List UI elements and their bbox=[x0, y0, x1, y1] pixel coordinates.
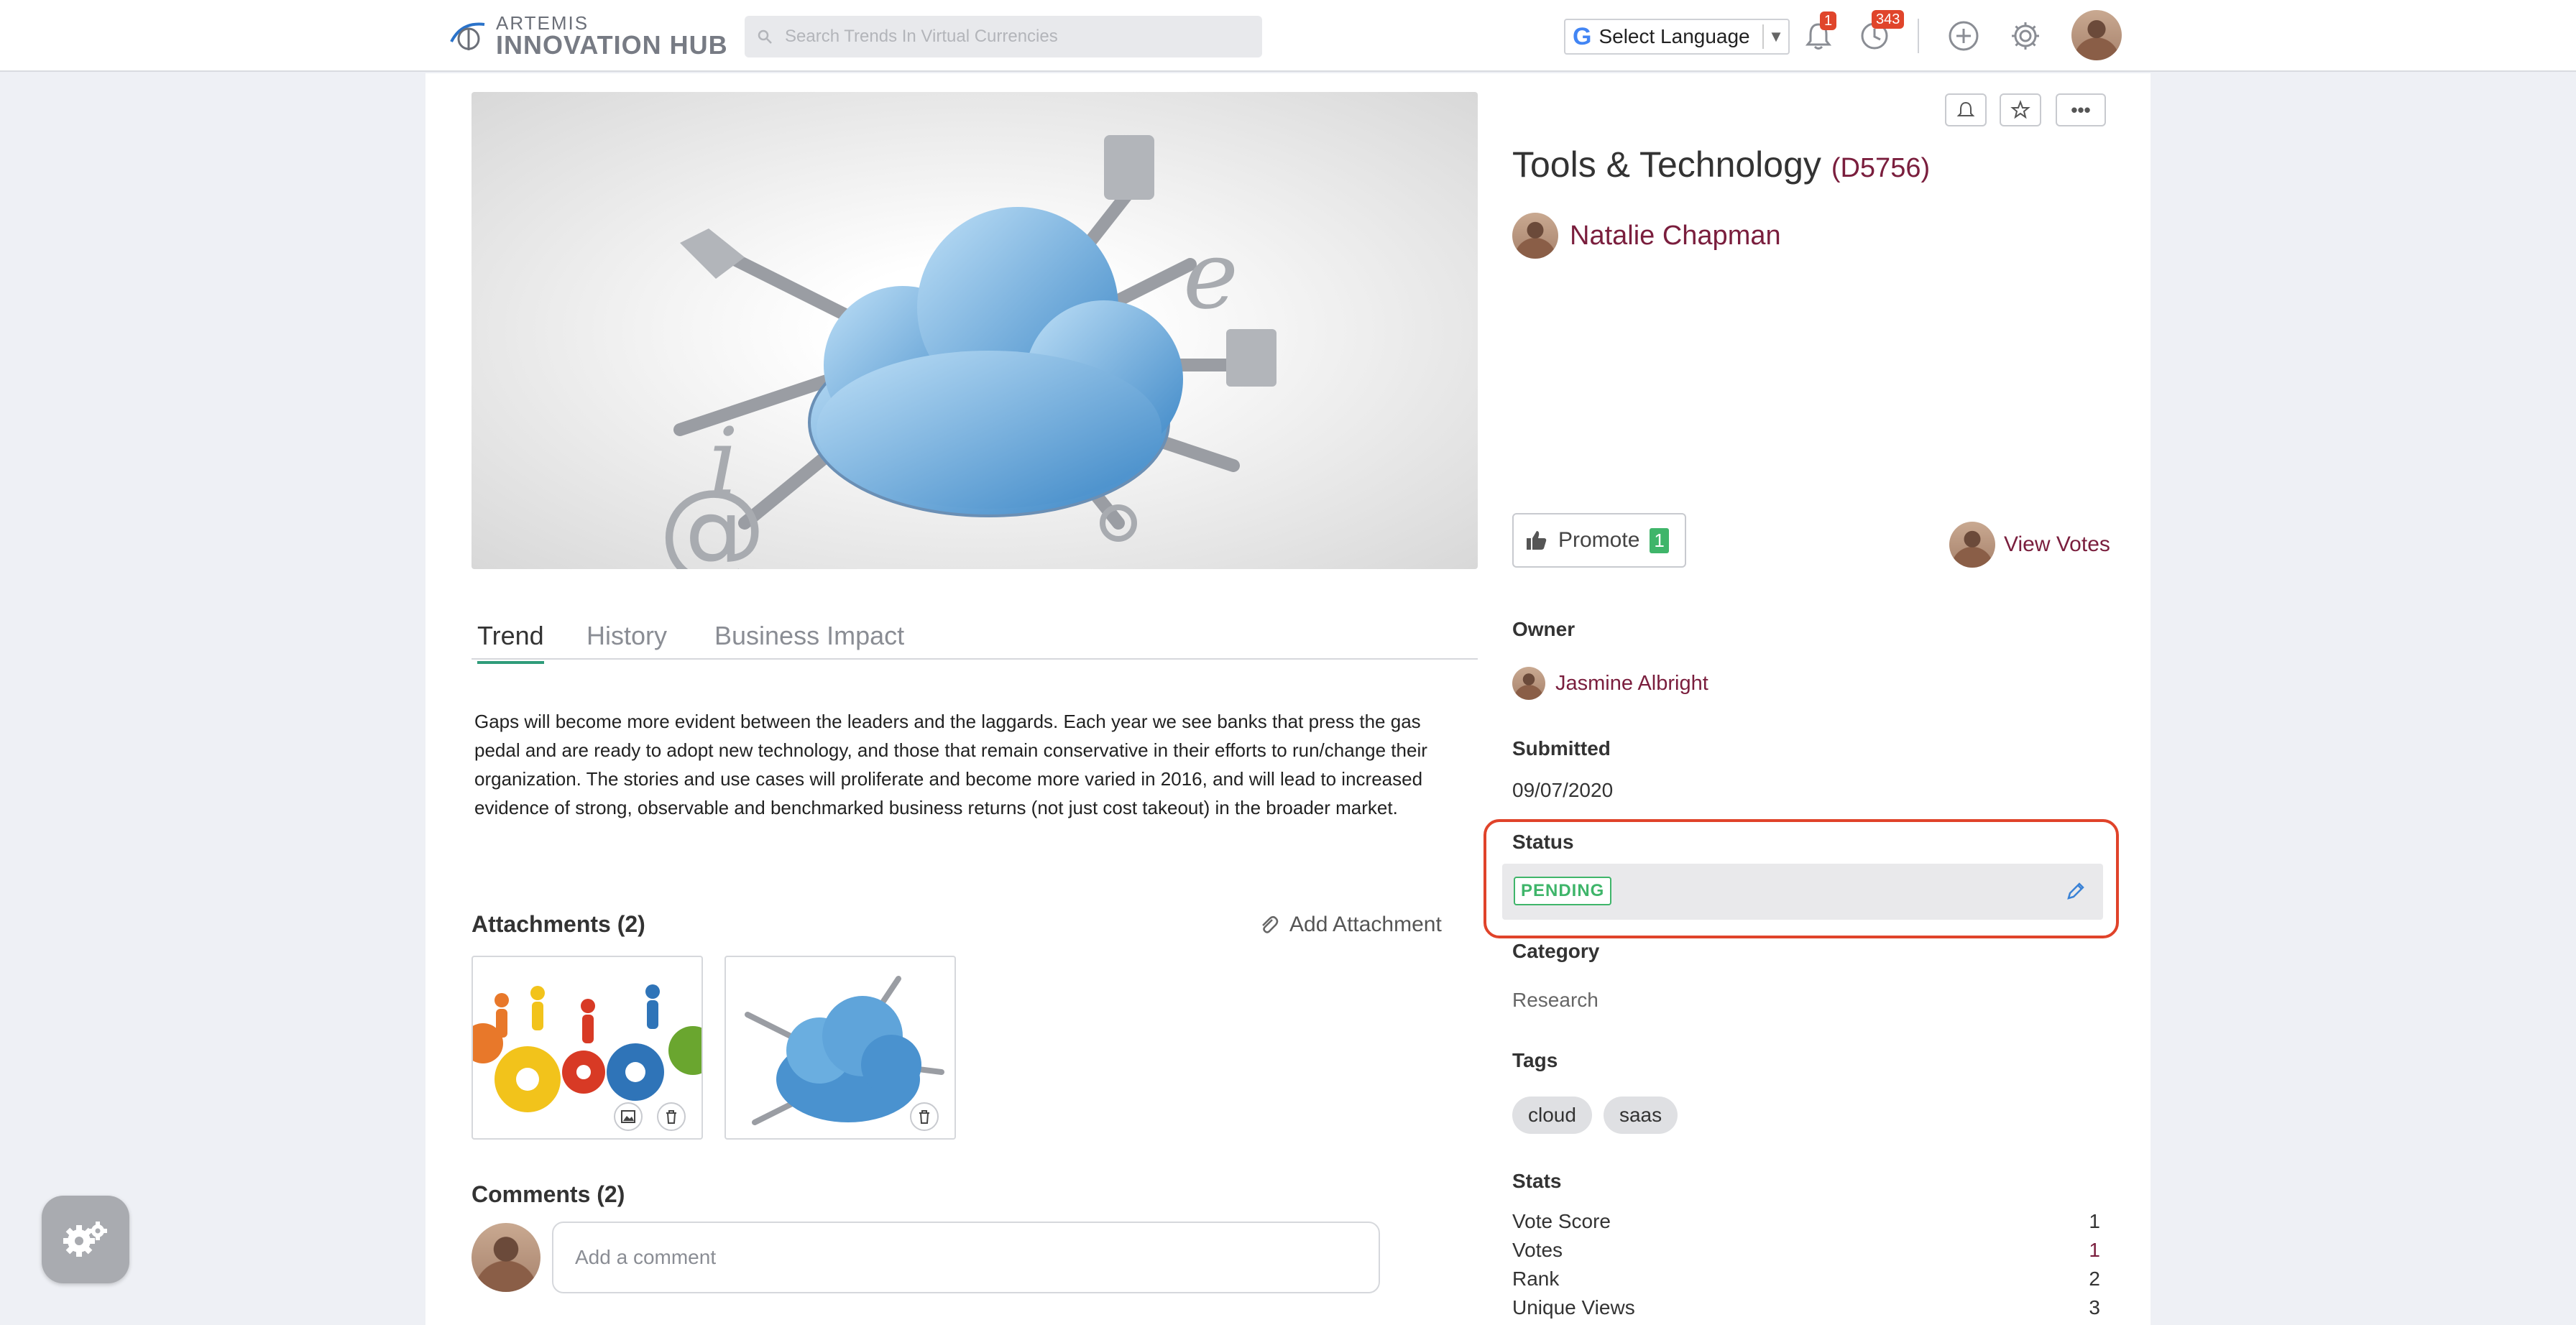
plus-circle-icon bbox=[1949, 21, 1979, 51]
stat-label: Rank bbox=[1512, 1268, 1560, 1290]
top-navigation-bar: ARTEMIS INNOVATION HUB G Select Language… bbox=[0, 0, 2576, 72]
floating-settings-button[interactable] bbox=[42, 1196, 129, 1283]
view-votes-label: View Votes bbox=[2004, 532, 2110, 556]
delete-attachment-button[interactable] bbox=[657, 1102, 686, 1131]
attachment-thumbnail[interactable] bbox=[724, 956, 956, 1140]
settings-button[interactable] bbox=[2005, 16, 2046, 56]
activity-button[interactable]: 343 bbox=[1854, 10, 1905, 56]
tag-chip[interactable]: cloud bbox=[1512, 1097, 1592, 1134]
view-votes-link[interactable]: View Votes bbox=[1949, 522, 2110, 568]
bell-icon bbox=[1956, 101, 1975, 116]
commenter-avatar bbox=[472, 1223, 540, 1292]
stat-row: Unique Views 3 bbox=[1512, 1296, 2100, 1319]
trend-description: Gaps will become more evident between th… bbox=[474, 711, 1427, 818]
search-icon bbox=[745, 16, 785, 57]
attachments-heading: Attachments (2) bbox=[472, 911, 645, 937]
search-bar bbox=[745, 16, 1262, 57]
stat-label: Votes bbox=[1512, 1239, 1563, 1261]
stat-row: Votes 1 bbox=[1512, 1239, 2100, 1262]
header-divider bbox=[1918, 19, 1919, 53]
more-options-button[interactable]: ••• bbox=[2056, 93, 2106, 126]
google-g-icon: G bbox=[1573, 22, 1592, 50]
owner-link[interactable]: Jasmine Albright bbox=[1512, 667, 1708, 700]
gears-icon bbox=[63, 1222, 107, 1257]
svg-text:e: e bbox=[1183, 221, 1238, 330]
stat-value: 3 bbox=[2089, 1296, 2100, 1319]
submitted-label: Submitted bbox=[1512, 737, 1611, 760]
app-logo[interactable]: ARTEMIS INNOVATION HUB bbox=[447, 13, 728, 59]
notifications-button[interactable]: 1 bbox=[1798, 11, 1839, 56]
owner-name[interactable]: Jasmine Albright bbox=[1555, 672, 1708, 696]
author-name[interactable]: Natalie Chapman bbox=[1570, 221, 1781, 251]
promote-button[interactable]: Promote 1 bbox=[1512, 513, 1686, 568]
follow-button[interactable] bbox=[1945, 93, 1987, 126]
language-selector[interactable]: G Select Language ▼ bbox=[1564, 19, 1790, 55]
stat-label: Vote Score bbox=[1512, 1210, 1611, 1232]
stat-row: Vote Score 1 bbox=[1512, 1210, 2100, 1233]
create-button[interactable] bbox=[1944, 16, 1984, 56]
svg-text:@: @ bbox=[658, 467, 766, 569]
stats-label: Stats bbox=[1512, 1170, 1562, 1192]
comment-input[interactable] bbox=[552, 1222, 1380, 1293]
thumbs-up-icon bbox=[1527, 531, 1547, 550]
stat-value: 2 bbox=[2089, 1268, 2100, 1290]
logo-swoosh-icon bbox=[450, 22, 485, 50]
logo-line-2: INNOVATION HUB bbox=[496, 30, 728, 60]
idea-author[interactable]: Natalie Chapman bbox=[1512, 213, 1781, 259]
owner-label: Owner bbox=[1512, 618, 1576, 640]
user-avatar[interactable] bbox=[2071, 10, 2122, 60]
cloud-tools-illustration: i @ e bbox=[658, 135, 1276, 569]
comments-heading: Comments (2) bbox=[472, 1181, 625, 1207]
add-attachment-button[interactable]: Add Attachment bbox=[1258, 913, 1442, 937]
image-icon bbox=[621, 1110, 635, 1123]
pencil-icon bbox=[2067, 882, 2084, 900]
tags-label: Tags bbox=[1512, 1049, 1558, 1071]
idea-title-text: Tools & Technology bbox=[1512, 144, 1821, 185]
author-avatar bbox=[1512, 213, 1558, 259]
stat-value: 1 bbox=[2089, 1210, 2100, 1232]
edit-status-button[interactable] bbox=[2061, 877, 2090, 905]
hero-image: i @ e bbox=[472, 92, 1478, 569]
notifications-badge: 1 bbox=[1820, 11, 1837, 30]
attachment-thumbnail[interactable] bbox=[472, 956, 703, 1140]
submitted-date: 09/07/2020 bbox=[1512, 779, 1614, 801]
trash-icon bbox=[666, 1110, 676, 1124]
tab-business-impact[interactable]: Business Impact bbox=[714, 621, 904, 651]
category-label: Category bbox=[1512, 940, 1600, 962]
status-field[interactable]: PENDING bbox=[1502, 864, 2103, 920]
search-input[interactable] bbox=[785, 27, 1245, 47]
owner-avatar bbox=[1512, 667, 1545, 700]
status-label: Status bbox=[1512, 831, 1574, 853]
tab-trend[interactable]: Trend bbox=[477, 621, 544, 664]
activity-badge: 343 bbox=[1872, 10, 1905, 29]
content-tabs: Trend History Business Impact bbox=[472, 615, 1478, 664]
stat-value[interactable]: 1 bbox=[2089, 1239, 2100, 1262]
idea-code: (D5756) bbox=[1831, 153, 1931, 183]
stat-label: Unique Views bbox=[1512, 1296, 1635, 1319]
language-label: Select Language bbox=[1598, 25, 1750, 47]
tab-history[interactable]: History bbox=[586, 621, 667, 651]
idea-title: Tools & Technology (D5756) bbox=[1512, 144, 1930, 185]
tags-list: cloud saas bbox=[1512, 1097, 1678, 1134]
paperclip-icon bbox=[1262, 916, 1279, 933]
star-icon bbox=[2010, 100, 2030, 119]
delete-attachment-button[interactable] bbox=[910, 1102, 939, 1131]
preview-image-button[interactable] bbox=[614, 1102, 643, 1131]
category-value: Research bbox=[1512, 989, 1598, 1011]
trash-icon bbox=[919, 1110, 929, 1124]
promote-label: Promote bbox=[1558, 528, 1640, 552]
favorite-button[interactable] bbox=[2000, 93, 2041, 126]
stat-row: Rank 2 bbox=[1512, 1268, 2100, 1291]
caret-down-icon: ▼ bbox=[1762, 24, 1788, 49]
promote-count: 1 bbox=[1650, 527, 1669, 553]
voter-avatar bbox=[1949, 522, 1995, 568]
tag-chip[interactable]: saas bbox=[1603, 1097, 1678, 1134]
add-attachment-label: Add Attachment bbox=[1289, 913, 1442, 936]
status-badge: PENDING bbox=[1514, 877, 1612, 905]
ellipsis-icon: ••• bbox=[2071, 99, 2091, 121]
gear-icon bbox=[2012, 22, 2039, 50]
